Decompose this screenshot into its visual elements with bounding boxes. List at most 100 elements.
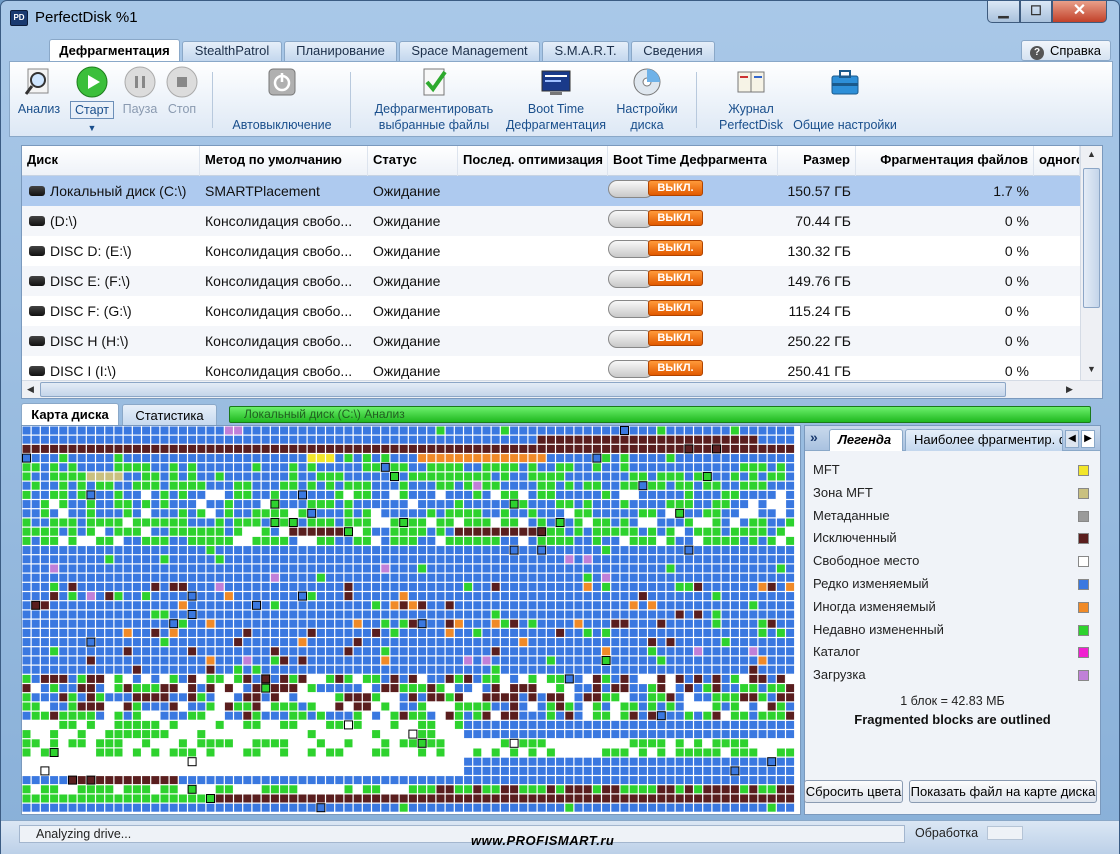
disk-block[interactable] [657,656,666,665]
disk-block[interactable] [353,693,362,702]
disk-block[interactable] [50,619,59,628]
disk-block[interactable] [519,435,528,444]
disk-block[interactable] [188,490,197,499]
disk-block[interactable] [436,592,445,601]
disk-block[interactable] [740,592,749,601]
disk-block[interactable] [601,656,611,665]
disk-block[interactable] [519,426,528,435]
disk-block[interactable] [169,766,178,775]
disk-block[interactable] [418,684,427,693]
disk-block[interactable] [491,702,500,711]
disk-block[interactable] [50,711,59,720]
disk-block[interactable] [298,426,307,435]
disk-block[interactable] [408,748,417,757]
disk-block[interactable] [381,647,390,656]
disk-block[interactable] [574,702,583,711]
disk-block[interactable] [694,674,703,683]
disk-block[interactable] [316,656,325,665]
disk-block[interactable] [31,546,40,555]
disk-block[interactable] [261,555,270,564]
disk-block[interactable] [418,674,427,683]
disk-block[interactable] [59,656,68,665]
disk-block[interactable] [436,509,445,518]
disk-block[interactable] [629,463,638,472]
disk-block[interactable] [123,546,132,555]
disk-block[interactable] [270,702,279,711]
disk-block[interactable] [574,536,583,545]
disk-block[interactable] [178,592,187,601]
disk-block[interactable] [335,785,344,794]
disk-block[interactable] [234,564,243,573]
disk-block[interactable] [418,776,427,785]
disk-block[interactable] [344,444,353,453]
disk-block[interactable] [749,454,758,463]
disk-block[interactable] [565,665,574,674]
legend-swatch[interactable] [1078,487,1089,499]
disk-block[interactable] [546,785,555,794]
disk-block[interactable] [712,527,721,536]
disk-block[interactable] [712,546,721,555]
disk-block[interactable] [666,757,675,766]
disk-block[interactable] [602,546,611,555]
disk-block[interactable] [519,684,528,693]
disk-block[interactable] [298,693,307,702]
disk-block[interactable] [390,564,399,573]
disk-block[interactable] [307,656,316,665]
disk-block[interactable] [59,739,68,748]
disk-block[interactable] [261,785,270,794]
disk-block[interactable] [298,711,307,720]
disk-block[interactable] [96,619,105,628]
disk-block[interactable] [188,426,197,435]
disk-block[interactable] [50,766,59,775]
disk-block[interactable] [224,702,233,711]
disk-block[interactable] [684,454,693,463]
disk-block[interactable] [767,757,777,767]
disk-block[interactable] [684,803,693,812]
disk-block[interactable] [188,444,197,453]
disk-block[interactable] [40,757,49,766]
disk-block[interactable] [197,665,206,674]
disk-block[interactable] [418,509,427,518]
disk-block[interactable] [59,665,68,674]
disk-block[interactable] [77,757,86,766]
disk-block[interactable] [132,435,141,444]
disk-block[interactable] [786,656,795,665]
disk-block[interactable] [114,757,123,766]
disk-block[interactable] [730,463,739,472]
disk-block[interactable] [491,785,500,794]
disk-block[interactable] [519,610,528,619]
disk-block[interactable] [786,527,795,536]
disk-block[interactable] [289,601,298,610]
disk-block[interactable] [648,638,657,647]
disk-block[interactable] [243,500,252,509]
disk-block[interactable] [243,702,252,711]
disk-block[interactable] [491,739,500,748]
disk-block[interactable] [638,730,647,739]
disk-block[interactable] [427,527,436,536]
disk-block[interactable] [537,509,546,518]
disk-block[interactable] [418,766,427,775]
disk-block[interactable] [270,803,279,812]
disk-block[interactable] [629,546,638,555]
disk-block[interactable] [675,757,684,766]
disk-block[interactable] [169,720,178,729]
disk-block[interactable] [77,426,86,435]
disk-block[interactable] [188,500,197,509]
disk-block[interactable] [473,518,482,527]
disk-block[interactable] [68,702,77,711]
disk-block[interactable] [224,748,233,757]
disk-block[interactable] [767,730,776,739]
disk-block[interactable] [31,776,40,785]
disk-block[interactable] [215,757,224,766]
disk-block[interactable] [565,638,574,647]
disk-block[interactable] [96,794,105,803]
disk-block[interactable] [96,601,105,610]
disk-block[interactable] [399,628,408,637]
disk-block[interactable] [169,564,178,573]
disk-block[interactable] [151,766,160,775]
disk-block[interactable] [224,757,233,766]
disk-block[interactable] [22,711,31,720]
disk-block[interactable] [178,730,187,739]
disk-block[interactable] [151,785,160,794]
disk-block[interactable] [537,803,546,812]
